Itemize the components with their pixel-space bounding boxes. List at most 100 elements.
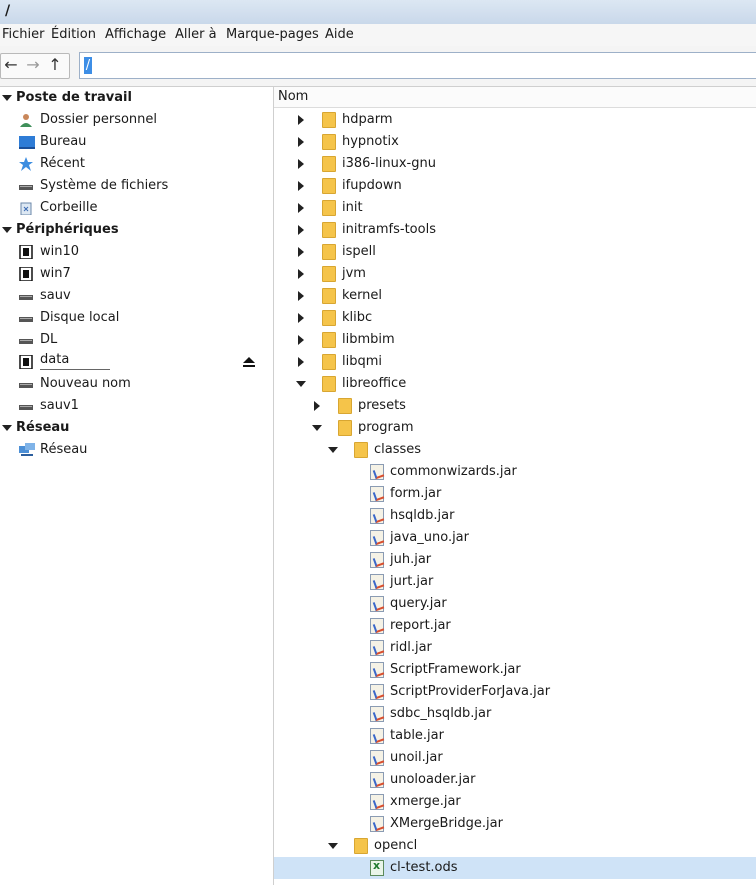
sidebar-item-sauv[interactable]: sauv: [0, 285, 272, 307]
file-name-label: ridl.jar: [390, 640, 432, 655]
column-header-label: Nom: [278, 89, 309, 104]
jar-file-icon: [370, 662, 384, 678]
folder-row[interactable]: hdparm: [274, 109, 756, 131]
eject-icon[interactable]: [242, 355, 256, 369]
folder-row[interactable]: libmbim: [274, 329, 756, 351]
chevron-right-icon[interactable]: [298, 137, 304, 147]
file-row[interactable]: hsqldb.jar: [274, 505, 756, 527]
sidebar-item-sauv1[interactable]: sauv1: [0, 395, 272, 417]
file-row[interactable]: unoloader.jar: [274, 769, 756, 791]
up-button[interactable]: ↑: [44, 53, 66, 77]
file-row[interactable]: cl-test.ods: [274, 857, 756, 879]
address-input-value[interactable]: /: [84, 57, 92, 74]
sidebar-item-nouveau-nom[interactable]: Nouveau nom: [0, 373, 272, 395]
chevron-down-icon[interactable]: [328, 447, 338, 453]
chevron-right-icon[interactable]: [298, 159, 304, 169]
chevron-right-icon[interactable]: [298, 313, 304, 323]
chevron-right-icon[interactable]: [298, 115, 304, 125]
file-row[interactable]: form.jar: [274, 483, 756, 505]
folder-row[interactable]: init: [274, 197, 756, 219]
menu-affichage[interactable]: Affichage: [105, 27, 166, 42]
folder-row[interactable]: initramfs-tools: [274, 219, 756, 241]
sidebar-item-label: sauv: [40, 288, 71, 303]
sidebar-item-r-seau[interactable]: Réseau: [0, 439, 272, 461]
sidebar-item-win7[interactable]: win7: [0, 263, 272, 285]
menu-edition[interactable]: Édition: [51, 27, 96, 42]
sidebar-item-corbeille[interactable]: Corbeille: [0, 197, 272, 219]
sidebar-item-r-cent[interactable]: Récent: [0, 153, 272, 175]
file-row[interactable]: XMergeBridge.jar: [274, 813, 756, 835]
folder-row[interactable]: ispell: [274, 241, 756, 263]
chevron-right-icon[interactable]: [298, 225, 304, 235]
column-header-name[interactable]: Nom: [274, 87, 756, 108]
sidebar-item-dl[interactable]: DL: [0, 329, 272, 351]
menu-aide[interactable]: Aide: [325, 27, 354, 42]
file-row[interactable]: ridl.jar: [274, 637, 756, 659]
folder-row[interactable]: klibc: [274, 307, 756, 329]
chevron-right-icon[interactable]: [298, 291, 304, 301]
forward-button[interactable]: →: [22, 53, 44, 77]
chevron-down-icon[interactable]: [2, 425, 12, 431]
folder-icon: [322, 178, 336, 194]
chevron-right-icon[interactable]: [298, 357, 304, 367]
folder-icon: [354, 442, 368, 458]
folder-icon: [354, 838, 368, 854]
chevron-right-icon[interactable]: [298, 247, 304, 257]
chevron-right-icon[interactable]: [298, 269, 304, 279]
file-row[interactable]: ScriptProviderForJava.jar: [274, 681, 756, 703]
sidebar-section-header[interactable]: Poste de travail: [0, 87, 272, 109]
file-name-label: XMergeBridge.jar: [390, 816, 503, 831]
sidebar-section-header[interactable]: Périphériques: [0, 219, 272, 241]
file-row[interactable]: commonwizards.jar: [274, 461, 756, 483]
folder-row[interactable]: libqmi: [274, 351, 756, 373]
folder-row[interactable]: kernel: [274, 285, 756, 307]
sidebar-item-data[interactable]: data: [0, 351, 272, 373]
menu-marque-pages[interactable]: Marque-pages: [226, 27, 319, 42]
folder-row[interactable]: hypnotix: [274, 131, 756, 153]
folder-row[interactable]: ifupdown: [274, 175, 756, 197]
folder-row[interactable]: i386-linux-gnu: [274, 153, 756, 175]
sidebar-item-label: Dossier personnel: [40, 112, 158, 127]
file-row[interactable]: xmerge.jar: [274, 791, 756, 813]
sidebar-item-disque-local[interactable]: Disque local: [0, 307, 272, 329]
folder-row[interactable]: opencl: [274, 835, 756, 857]
sidebar-item-dossier-personnel[interactable]: Dossier personnel: [0, 109, 272, 131]
file-row[interactable]: sdbc_hsqldb.jar: [274, 703, 756, 725]
menu-aller-a[interactable]: Aller à: [175, 27, 217, 42]
sidebar-item-label: Récent: [40, 156, 85, 171]
chevron-right-icon[interactable]: [298, 335, 304, 345]
menu-fichier[interactable]: Fichier: [2, 27, 45, 42]
sidebar-section-title: Réseau: [16, 420, 70, 435]
sidebar-item-syst-me-de-fichiers[interactable]: Système de fichiers: [0, 175, 272, 197]
file-row[interactable]: report.jar: [274, 615, 756, 637]
file-row[interactable]: juh.jar: [274, 549, 756, 571]
file-row[interactable]: table.jar: [274, 725, 756, 747]
file-row[interactable]: jurt.jar: [274, 571, 756, 593]
chevron-down-icon[interactable]: [296, 381, 306, 387]
folder-row[interactable]: jvm: [274, 263, 756, 285]
address-bar[interactable]: /: [79, 52, 756, 79]
chevron-down-icon[interactable]: [2, 95, 12, 101]
chevron-down-icon[interactable]: [312, 425, 322, 431]
folder-row[interactable]: program: [274, 417, 756, 439]
file-row[interactable]: unoil.jar: [274, 747, 756, 769]
folder-row[interactable]: classes: [274, 439, 756, 461]
jar-file-icon: [370, 552, 384, 568]
folder-row[interactable]: presets: [274, 395, 756, 417]
file-name-label: ispell: [342, 244, 376, 259]
chevron-down-icon[interactable]: [2, 227, 12, 233]
sidebar-item-bureau[interactable]: Bureau: [0, 131, 272, 153]
chevron-right-icon[interactable]: [298, 203, 304, 213]
folder-icon: [322, 332, 336, 348]
chevron-right-icon[interactable]: [314, 401, 320, 411]
folder-row[interactable]: libreoffice: [274, 373, 756, 395]
file-row[interactable]: query.jar: [274, 593, 756, 615]
chevron-down-icon[interactable]: [328, 843, 338, 849]
chevron-right-icon[interactable]: [298, 181, 304, 191]
file-name-label: libmbim: [342, 332, 395, 347]
file-row[interactable]: java_uno.jar: [274, 527, 756, 549]
sidebar-item-win10[interactable]: win10: [0, 241, 272, 263]
file-row[interactable]: ScriptFramework.jar: [274, 659, 756, 681]
sidebar-section-header[interactable]: Réseau: [0, 417, 272, 439]
back-button[interactable]: ←: [0, 53, 22, 77]
